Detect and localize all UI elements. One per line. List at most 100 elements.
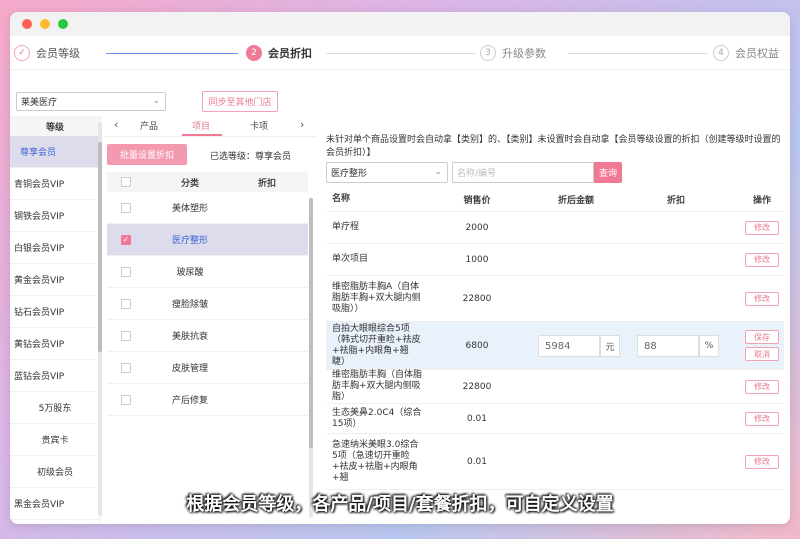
category-row[interactable]: 美体塑形: [107, 192, 308, 224]
search-input[interactable]: 名称/编号: [452, 162, 594, 183]
after-amount-input[interactable]: 5984: [538, 335, 600, 357]
product-price: 22800: [462, 381, 492, 392]
level-item[interactable]: 尊享会员: [10, 136, 100, 168]
edit-button[interactable]: 修改: [745, 411, 779, 426]
product-row: 生态美鼻2.0C4（综合15项） 0.01 修改: [326, 404, 784, 434]
level-item[interactable]: 初级会员: [10, 456, 100, 488]
level-item[interactable]: 5万股东: [10, 392, 100, 424]
row-checkbox-checked[interactable]: ✓: [121, 235, 131, 245]
level-item[interactable]: 黄钻会员VIP: [10, 328, 100, 360]
level-item[interactable]: 贵宾卡: [10, 424, 100, 456]
save-button[interactable]: 保存: [745, 330, 779, 344]
row-checkbox[interactable]: [121, 395, 131, 405]
level-list: 等级 尊享会员 青铜会员VIP 钢铁会员VIP 白银会员VIP 黄金会员VIP …: [10, 116, 102, 524]
level-item[interactable]: 钢铁会员VIP: [10, 200, 100, 232]
tabs-divider: [104, 136, 316, 137]
product-table-header: 名称 销售价 折后金额 折扣 操作: [326, 188, 784, 212]
sync-to-stores-button[interactable]: 同步至其他门店: [202, 91, 278, 112]
step-member-level[interactable]: ✓ 会员等级: [14, 44, 80, 62]
scrollbar-thumb[interactable]: [309, 198, 313, 448]
edit-button[interactable]: 修改: [745, 454, 779, 469]
row-checkbox[interactable]: [121, 331, 131, 341]
edit-button[interactable]: 修改: [745, 291, 779, 306]
product-op-cell: 修改: [744, 404, 780, 433]
title-bar: [10, 12, 790, 36]
row-checkbox[interactable]: [121, 267, 131, 277]
step-connector-2: [326, 53, 476, 54]
step-connector-1: [106, 53, 238, 54]
product-price: 1000: [465, 254, 489, 265]
edit-button[interactable]: 修改: [745, 379, 779, 394]
product-table: 名称 销售价 折后金额 折扣 操作 单疗程 2000 修改 单次项目 1000 …: [326, 188, 784, 490]
select-all-checkbox[interactable]: [121, 177, 131, 187]
level-item[interactable]: 黄金会员VIP: [10, 264, 100, 296]
product-row: 单疗程 2000 修改: [326, 212, 784, 244]
product-name: 急速纳米美眼3.0综合5项（急速切开重睑+祛皮+祛脂+内眼角+翘: [332, 439, 419, 483]
tab-product[interactable]: 产品: [140, 119, 158, 132]
category-name: 美肤抗衰: [171, 332, 208, 342]
minimize-window-button[interactable]: [40, 19, 50, 29]
column-header-name: 名称: [332, 194, 351, 204]
column-header-discount: 折扣: [257, 178, 276, 189]
level-item[interactable]: 蓝钻会员VIP: [10, 360, 100, 392]
column-header-after-amount: 折后金额: [557, 196, 594, 206]
product-op-cell: 修改: [744, 244, 780, 275]
product-name: 单疗程: [332, 222, 360, 232]
tab-next-icon[interactable]: ›: [300, 118, 304, 131]
category-name: 玻尿酸: [176, 268, 204, 278]
step-check-icon: ✓: [14, 45, 30, 61]
edit-button[interactable]: 修改: [745, 252, 779, 267]
category-row[interactable]: 瘦脸除皱: [107, 288, 308, 320]
maximize-window-button[interactable]: [58, 19, 68, 29]
category-name: 皮肤管理: [171, 364, 208, 374]
step-number: 2: [246, 45, 262, 61]
product-name: 维密脂肪丰胸（自体脂肪丰胸+双大腿内侧吸脂）: [332, 370, 423, 402]
scrollbar-thumb[interactable]: [98, 142, 102, 352]
close-window-button[interactable]: [22, 19, 32, 29]
product-op-cell: 修改: [744, 212, 780, 243]
category-row[interactable]: ✓ 医疗整形: [107, 224, 308, 256]
step-progress: ✓ 会员等级 2 会员折扣 3 升级参数 4 会员权益: [10, 36, 790, 70]
step-number: 4: [713, 45, 729, 61]
step-upgrade-params[interactable]: 3 升级参数: [480, 44, 546, 62]
tab-prev-icon[interactable]: ‹: [114, 118, 118, 131]
selected-level-text: 已选等级：尊享会员: [210, 152, 292, 162]
level-item[interactable]: 白银会员VIP: [10, 232, 100, 264]
product-name: 维密脂肪丰胸A（自体脂肪丰胸+双大腿内侧吸脂））: [332, 282, 421, 314]
row-checkbox[interactable]: [121, 203, 131, 213]
batch-set-discount-button[interactable]: 批量设置折扣: [107, 144, 187, 165]
level-item[interactable]: 钻石会员VIP: [10, 296, 100, 328]
product-price: 2000: [465, 222, 489, 233]
store-select[interactable]: 莱美医疗 ⌄: [16, 92, 166, 111]
step-member-discount[interactable]: 2 会员折扣: [246, 44, 312, 62]
store-select-value: 莱美医疗: [21, 98, 58, 108]
discount-input[interactable]: 88: [637, 335, 699, 357]
category-row[interactable]: 产后修复: [107, 384, 308, 416]
edit-button[interactable]: 修改: [745, 220, 779, 235]
product-row: 单次项目 1000 修改: [326, 244, 784, 276]
category-row[interactable]: 玻尿酸: [107, 256, 308, 288]
level-item[interactable]: 青铜会员VIP: [10, 168, 100, 200]
category-row[interactable]: 美肤抗衰: [107, 320, 308, 352]
tab-project[interactable]: 项目: [192, 119, 210, 132]
category-scrollbar[interactable]: [309, 198, 313, 518]
level-list-header: 等级: [10, 116, 100, 136]
percent-unit-label: %: [699, 335, 719, 357]
row-checkbox[interactable]: [121, 299, 131, 309]
product-name: 单次项目: [332, 254, 369, 264]
category-row[interactable]: 皮肤管理: [107, 352, 308, 384]
tab-card[interactable]: 卡项: [250, 119, 268, 132]
query-button[interactable]: 查询: [594, 162, 622, 183]
category-table: 分类 折扣 美体塑形 ✓ 医疗整形 玻尿酸 瘦脸除皱 美肤抗衰 皮肤管理 产后修…: [107, 172, 308, 416]
row-checkbox[interactable]: [121, 363, 131, 373]
product-op-cell: 修改: [744, 370, 780, 403]
step-member-benefits[interactable]: 4 会员权益: [713, 44, 779, 62]
chevron-down-icon: ⌄: [152, 96, 160, 106]
level-list-scrollbar[interactable]: [98, 122, 102, 516]
product-name: 自拍大眼眼综合5项（韩式切开重睑+祛皮+祛脂+内眼角+翘睫）: [332, 323, 421, 367]
category-filter-value: 医疗整形: [331, 169, 368, 179]
column-header-category: 分类: [180, 178, 199, 189]
step-number: 3: [480, 45, 496, 61]
cancel-button[interactable]: 取消: [745, 347, 779, 361]
category-filter-select[interactable]: 医疗整形 ⌄: [326, 162, 448, 183]
